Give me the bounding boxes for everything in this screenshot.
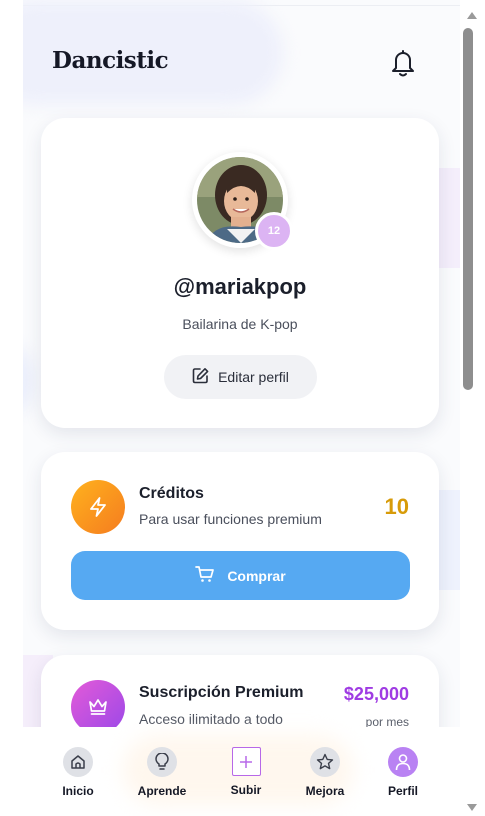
username: @mariakpop [173, 274, 307, 299]
lightbulb-icon [147, 747, 177, 777]
buy-label: Comprar [227, 567, 286, 584]
subscription-description: Acceso ilimitado a todo [139, 711, 283, 727]
nav-item-aprende[interactable]: Aprende [122, 747, 202, 798]
scroll-thumb[interactable] [463, 28, 473, 390]
edit-profile-label: Editar perfil [218, 369, 289, 385]
crown-icon [71, 680, 125, 734]
subscription-title: Suscripción Premium [139, 684, 304, 701]
nav-label: Aprende [137, 784, 187, 798]
nav-item-inicio[interactable]: Inicio [38, 747, 118, 798]
home-icon [63, 747, 93, 777]
scrollbar[interactable] [460, 0, 485, 816]
edit-profile-button[interactable]: Editar perfil [164, 355, 317, 399]
nav-item-perfil[interactable]: Perfil [363, 747, 443, 798]
credits-card: Créditos Para usar funciones premium 10 … [41, 452, 439, 630]
scroll-up-arrow[interactable] [467, 12, 477, 19]
profile-card: 12 @mariakpop Bailarina de K-pop Editar … [41, 118, 439, 428]
profile-bio: Bailarina de K-pop [182, 316, 298, 332]
credits-title: Créditos [139, 485, 204, 502]
credits-subtitle: Para usar funciones premium [139, 511, 322, 527]
edit-icon [192, 367, 209, 387]
star-icon [310, 747, 340, 777]
user-icon [388, 747, 418, 777]
app-screen: Dancistic 12 @mariakpop Bailarina de K-p… [23, 0, 460, 816]
lightning-icon [71, 480, 125, 534]
level-badge: 12 [255, 212, 293, 250]
scroll-down-arrow[interactable] [467, 804, 477, 811]
bell-icon[interactable] [389, 48, 417, 78]
bottom-nav: Inicio Aprende Subir Mejora Perfil [23, 727, 460, 816]
nav-item-subir[interactable]: Subir [206, 747, 286, 797]
nav-label: Mejora [305, 784, 345, 798]
nav-label: Perfil [387, 784, 418, 798]
nav-label: Inicio [62, 784, 94, 798]
buy-credits-button[interactable]: Comprar [71, 551, 410, 600]
cart-icon [195, 565, 215, 586]
nav-item-mejora[interactable]: Mejora [285, 747, 365, 798]
credits-count: 10 [384, 494, 409, 519]
background-blob [23, 345, 33, 415]
nav-label: Subir [230, 783, 262, 797]
plus-icon [231, 747, 261, 776]
app-logo: Dancistic [52, 47, 169, 74]
subscription-price: $25,000 [343, 684, 409, 704]
